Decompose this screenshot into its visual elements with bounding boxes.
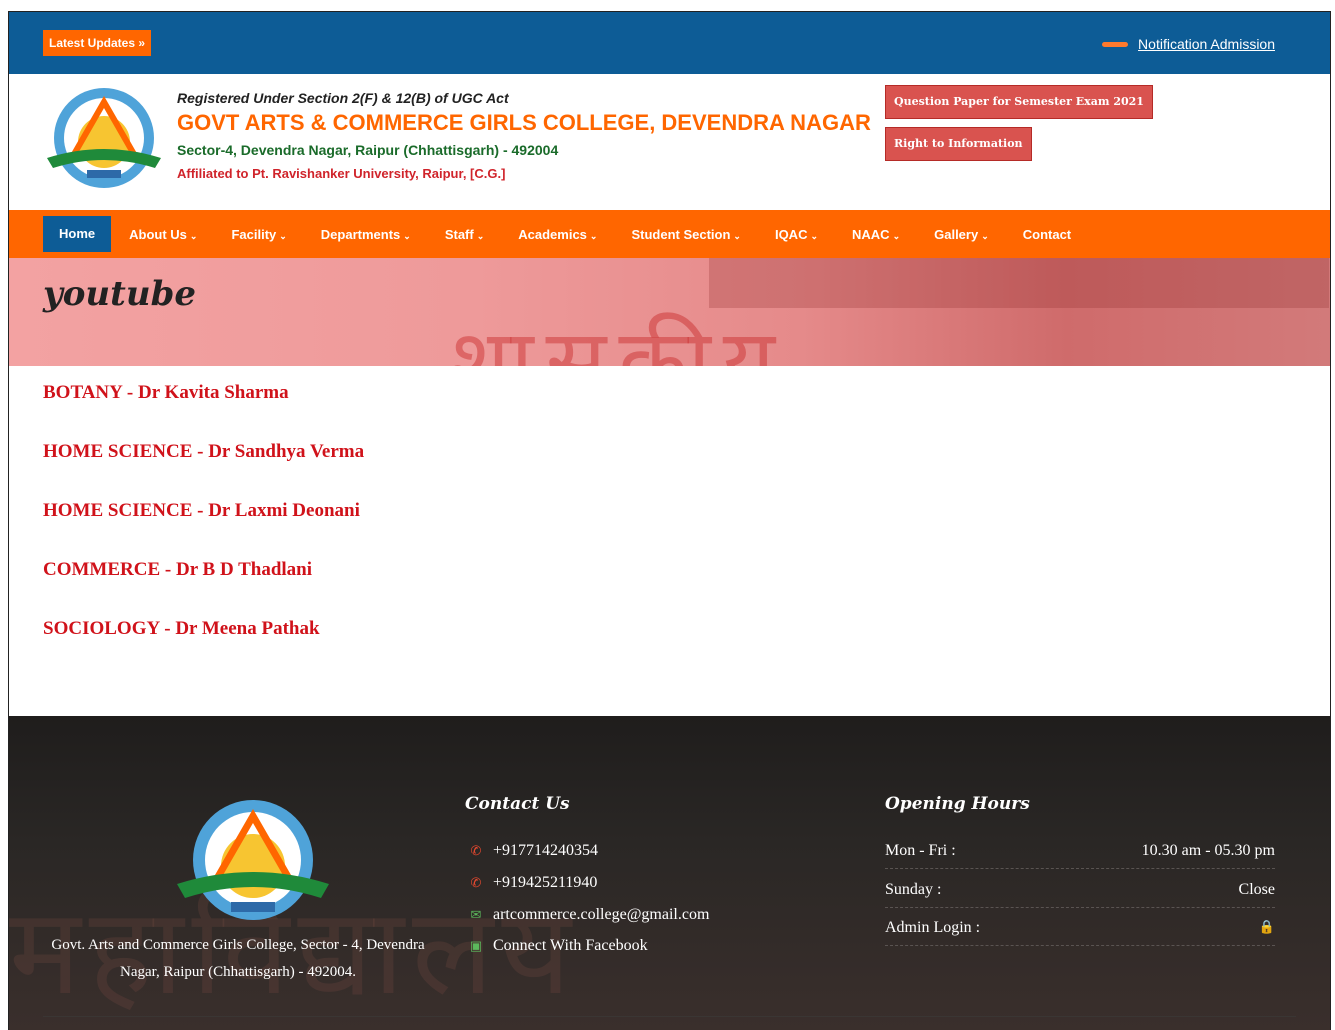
chevron-down-icon: ⌄ [279,230,287,241]
admin-login-row[interactable]: Admin Login : 🔒 [885,919,1275,946]
contact-heading: Contact Us [465,794,570,814]
email-address: artcommerce.college@gmail.com [493,906,710,923]
nav-item-gallery[interactable]: Gallery ⌄ [934,227,989,242]
college-affiliation: Affiliated to Pt. Ravishanker University… [177,166,506,181]
hours-time: Close [1238,881,1275,898]
nav-item-label: IQAC [774,226,808,242]
facebook-row[interactable]: ▣ Connect With Facebook [469,937,648,955]
notification-ticker: Notification Admission [1102,36,1275,52]
registration-note: Registered Under Section 2(F) & 12(B) of… [177,90,509,106]
chevron-down-icon: ⌄ [189,230,198,241]
email-row[interactable]: ✉ artcommerce.college@gmail.com [469,906,710,924]
nav-item-home[interactable]: Home [43,216,112,252]
page-banner: शासकीय youtube [9,258,1330,366]
nav-item-label: Gallery [934,226,979,242]
banner-background-image: शासकीय [449,310,787,366]
chevron-down-icon: ⌄ [892,230,901,241]
youtube-link-home-science-2[interactable]: HOME SCIENCE - Dr Laxmi Deonani [43,498,1330,557]
hours-time: 10.30 am - 05.30 pm [1141,842,1275,859]
page-title: youtube [43,274,196,314]
chevron-down-icon: ⌄ [589,230,598,241]
phone-icon: ✆ [470,875,482,890]
hours-day: Sunday : [885,881,942,898]
site-header: Registered Under Section 2(F) & 12(B) of… [9,74,1330,210]
chevron-down-icon: ⌄ [981,230,989,241]
main-content: BOTANY - Dr Kavita Sharma HOME SCIENCE -… [9,366,1330,716]
nav-item-academics[interactable]: Academics ⌄ [518,227,597,242]
envelope-icon: ✉ [470,907,482,922]
college-name: GOVT ARTS & COMMERCE GIRLS COLLEGE, DEVE… [177,110,871,135]
page-frame: Latest Updates » Notification Admission … [8,11,1331,1030]
chevron-down-icon: ⌄ [403,230,411,241]
nav-item-label: Departments [320,226,401,242]
question-paper-button[interactable]: Question Paper for Semester Exam 2021 [885,85,1153,119]
phone-row-1[interactable]: ✆ +917714240354 [469,842,598,860]
lock-icon[interactable]: 🔒 [1259,919,1275,937]
chevron-down-icon: ⌄ [476,230,485,241]
nav-item-label: About Us [129,226,187,242]
hours-day: Mon - Fri : [885,842,956,859]
nav-item-label: Contact [1022,226,1072,242]
nav-item-departments[interactable]: Departments ⌄ [321,227,411,242]
nav-item-facility[interactable]: Facility ⌄ [231,227,286,242]
top-bar: Latest Updates » Notification Admission [9,12,1330,74]
nav-item-label: Academics [518,226,587,242]
notification-admission-link[interactable]: Notification Admission [1138,36,1275,52]
opening-hours-heading: Opening Hours [885,794,1030,814]
footer-college-logo [177,800,329,920]
college-logo[interactable] [43,84,165,196]
phone-number: +917714240354 [493,842,599,859]
footer-divider [43,1016,1296,1017]
nav-item-label: Facility [231,226,277,242]
hours-row-weekdays: Mon - Fri : 10.30 am - 05.30 pm [885,842,1275,869]
nav-item-student-section[interactable]: Student Section ⌄ [631,227,741,242]
phone-number: +919425211940 [493,874,598,891]
hours-row-sunday: Sunday : Close [885,881,1275,908]
nav-item-label: Home [59,226,96,241]
phone-icon: ✆ [470,843,482,858]
facebook-icon: ▣ [469,938,483,953]
youtube-link-botany[interactable]: BOTANY - Dr Kavita Sharma [43,380,1330,439]
footer-address: Govt. Arts and Commerce Girls College, S… [51,937,425,980]
nav-item-naac[interactable]: NAAC ⌄ [852,227,900,242]
youtube-link-home-science-1[interactable]: HOME SCIENCE - Dr Sandhya Verma [43,439,1330,498]
nav-item-label: Student Section [631,226,731,242]
nav-item-staff[interactable]: Staff ⌄ [445,227,484,242]
nav-item-about-us[interactable]: About Us ⌄ [129,227,197,242]
new-badge-icon [1102,41,1129,47]
right-to-information-button[interactable]: Right to Information [885,127,1032,161]
nav-item-label: Staff [444,226,474,242]
college-address: Sector-4, Devendra Nagar, Raipur (Chhatt… [177,142,559,158]
facebook-link-label: Connect With Facebook [493,937,648,954]
site-footer: महाविद्यालय Govt. Arts and Commerce Girl… [9,716,1330,1030]
nav-item-iqac[interactable]: IQAC ⌄ [775,227,818,242]
latest-updates-button[interactable]: Latest Updates » [43,30,152,56]
admin-login-label: Admin Login : [885,919,981,936]
chevron-down-icon: ⌄ [810,230,818,241]
nav-item-label: NAAC [852,226,890,242]
nav-item-contact[interactable]: Contact [1023,227,1071,242]
youtube-link-commerce[interactable]: COMMERCE - Dr B D Thadlani [43,557,1330,616]
main-nav: Home About Us ⌄ Facility ⌄ Departments ⌄ St… [9,210,1330,258]
phone-row-2[interactable]: ✆ +919425211940 [469,874,598,892]
youtube-link-sociology[interactable]: SOCIOLOGY - Dr Meena Pathak [43,616,1330,675]
chevron-down-icon: ⌄ [733,230,741,241]
